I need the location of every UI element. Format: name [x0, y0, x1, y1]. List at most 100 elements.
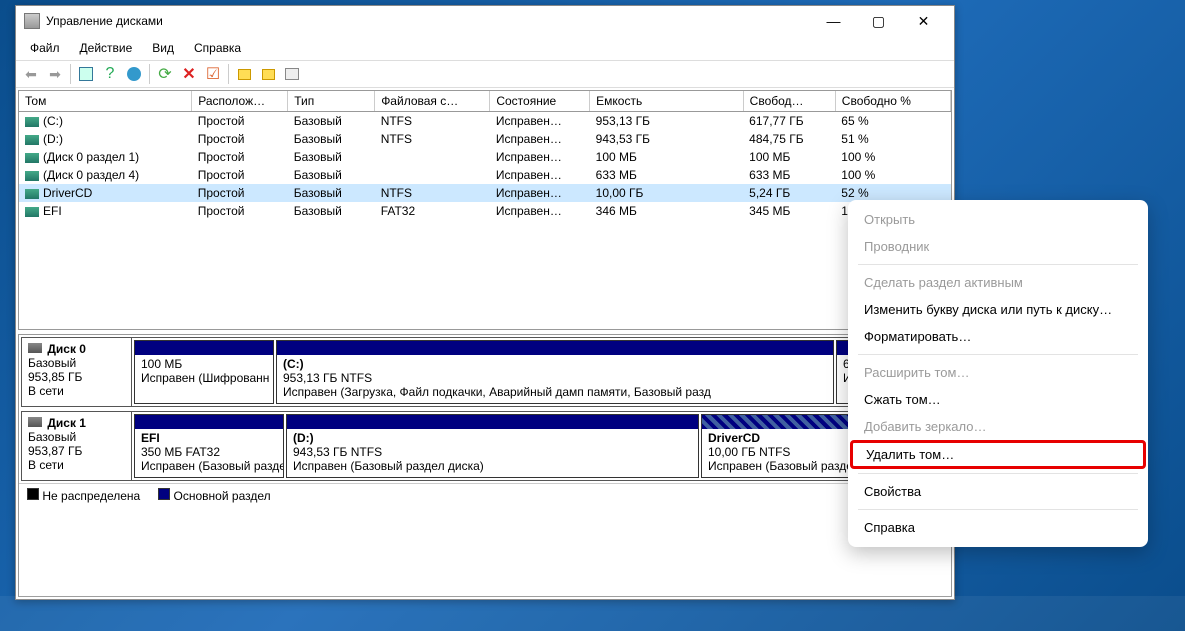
tool-help[interactable]: [123, 63, 145, 85]
disk-1-type: Базовый: [28, 430, 76, 444]
toolbar: ⬅ ➡ ? ⟳ ✕ ☑: [16, 60, 954, 88]
volume-table: Том Располож… Тип Файловая с… Состояние …: [19, 91, 951, 220]
tool-properties[interactable]: ?: [99, 63, 121, 85]
tool-folder[interactable]: [257, 63, 279, 85]
disk0-part2-c[interactable]: (C:) 953,13 ГБ NTFS Исправен (Загрузка, …: [276, 340, 834, 404]
window-title: Управление дисками: [46, 14, 163, 28]
arrow-left-icon: ⬅: [25, 66, 37, 83]
menu-file[interactable]: Файл: [20, 38, 70, 58]
ctx-help[interactable]: Справка: [848, 514, 1148, 541]
tool-delete[interactable]: ✕: [178, 63, 200, 85]
disk-0-size: 953,85 ГБ: [28, 370, 82, 384]
table-row[interactable]: (Диск 0 раздел 1)ПростойБазовыйИсправен……: [19, 148, 951, 166]
disk-management-window: Управление дисками — ▢ ✕ Файл Действие В…: [15, 5, 955, 600]
minimize-button[interactable]: —: [811, 7, 856, 35]
ctx-change-letter[interactable]: Изменить букву диска или путь к диску…: [848, 296, 1148, 323]
menubar: Файл Действие Вид Справка: [16, 36, 954, 60]
volume-name: DriverCD: [43, 186, 92, 200]
volume-icon: [25, 135, 39, 145]
context-menu: Открыть Проводник Сделать раздел активны…: [848, 200, 1148, 547]
check-icon: ☑: [206, 64, 220, 84]
volume-name: (C:): [43, 114, 63, 128]
volume-name: (Диск 0 раздел 1): [43, 150, 139, 164]
col-volume[interactable]: Том: [19, 91, 192, 112]
disk-row-1: Диск 1 Базовый 953,87 ГБ В сети EFI 350 …: [21, 411, 949, 481]
back-button[interactable]: ⬅: [20, 63, 42, 85]
disk-0-label[interactable]: Диск 0 Базовый 953,85 ГБ В сети: [22, 338, 132, 406]
col-type[interactable]: Тип: [288, 91, 375, 112]
help-icon: [127, 67, 141, 81]
column-headers[interactable]: Том Располож… Тип Файловая с… Состояние …: [19, 91, 951, 112]
forward-button[interactable]: ➡: [44, 63, 66, 85]
volume-icon: [25, 153, 39, 163]
tool-rescan[interactable]: ⟳: [154, 63, 176, 85]
col-fs[interactable]: Файловая с…: [375, 91, 490, 112]
disk-icon: [28, 417, 42, 427]
col-freepct[interactable]: Свободно %: [835, 91, 950, 112]
table-row[interactable]: (D:)ПростойБазовыйNTFSИсправен…943,53 ГБ…: [19, 130, 951, 148]
ctx-delete-volume[interactable]: Удалить том…: [850, 440, 1146, 469]
content-area: Том Располож… Тип Файловая с… Состояние …: [16, 88, 954, 599]
disk-0-type: Базовый: [28, 356, 76, 370]
disk1-part-efi[interactable]: EFI 350 МБ FAT32 Исправен (Базовый разде: [134, 414, 284, 478]
folder-icon: [262, 69, 275, 80]
ctx-shrink[interactable]: Сжать том…: [848, 386, 1148, 413]
volume-icon: [25, 117, 39, 127]
disk-diagram: Диск 0 Базовый 953,85 ГБ В сети 100 МБ И…: [18, 334, 952, 597]
table-row[interactable]: DriverCDПростойБазовыйNTFSИсправен…10,00…: [19, 184, 951, 202]
volume-name: (D:): [43, 132, 63, 146]
legend-primary-label: Основной раздел: [174, 489, 271, 503]
tool-check[interactable]: ☑: [202, 63, 224, 85]
disk-1-size: 953,87 ГБ: [28, 444, 82, 458]
scan-icon: ⟳: [158, 64, 171, 84]
disk-row-0: Диск 0 Базовый 953,85 ГБ В сети 100 МБ И…: [21, 337, 949, 407]
disk1-part-d[interactable]: (D:) 943,53 ГБ NTFS Исправен (Базовый ра…: [286, 414, 699, 478]
refresh-icon: [79, 67, 93, 81]
titlebar[interactable]: Управление дисками — ▢ ✕: [16, 6, 954, 36]
volume-icon: [25, 171, 39, 181]
disk-0-name: Диск 0: [47, 342, 86, 356]
volume-name: EFI: [43, 204, 62, 218]
table-row[interactable]: (Диск 0 раздел 4)ПростойБазовыйИсправен……: [19, 166, 951, 184]
volume-icon: [25, 189, 39, 199]
disk-0-status: В сети: [28, 384, 64, 398]
table-row[interactable]: (C:)ПростойБазовыйNTFSИсправен…953,13 ГБ…: [19, 112, 951, 131]
disk-1-label[interactable]: Диск 1 Базовый 953,87 ГБ В сети: [22, 412, 132, 480]
volume-icon: [25, 207, 39, 217]
disk-icon: [28, 343, 42, 353]
ctx-open: Открыть: [848, 206, 1148, 233]
volume-list[interactable]: Том Располож… Тип Файловая с… Состояние …: [18, 90, 952, 330]
ctx-extend: Расширить том…: [848, 359, 1148, 386]
menu-view[interactable]: Вид: [142, 38, 184, 58]
maximize-button[interactable]: ▢: [856, 7, 901, 35]
tool-refresh[interactable]: [75, 63, 97, 85]
ctx-make-active: Сделать раздел активным: [848, 269, 1148, 296]
ctx-explorer: Проводник: [848, 233, 1148, 260]
properties-icon: ?: [106, 65, 115, 83]
col-layout[interactable]: Располож…: [192, 91, 288, 112]
disk-1-name: Диск 1: [47, 416, 86, 430]
tool-options[interactable]: [281, 63, 303, 85]
col-capacity[interactable]: Емкость: [590, 91, 744, 112]
delete-icon: ✕: [182, 64, 195, 84]
disk0-part1[interactable]: 100 МБ Исправен (Шифрованн: [134, 340, 274, 404]
col-free[interactable]: Свобод…: [743, 91, 835, 112]
table-row[interactable]: EFIПростойБазовыйFAT32Исправен…346 МБ345…: [19, 202, 951, 220]
desktop-taskbar-region: [0, 596, 1185, 631]
legend-unalloc-label: Не распределена: [42, 489, 140, 503]
tool-folder-up[interactable]: [233, 63, 255, 85]
ctx-add-mirror: Добавить зеркало…: [848, 413, 1148, 440]
legend-unalloc-swatch: [27, 488, 39, 500]
folder-up-icon: [238, 69, 251, 80]
ctx-properties[interactable]: Свойства: [848, 478, 1148, 505]
menu-help[interactable]: Справка: [184, 38, 251, 58]
options-icon: [285, 68, 299, 80]
legend-primary-swatch: [158, 488, 170, 500]
arrow-right-icon: ➡: [49, 66, 61, 83]
app-icon: [24, 13, 40, 29]
volume-name: (Диск 0 раздел 4): [43, 168, 139, 182]
ctx-format[interactable]: Форматировать…: [848, 323, 1148, 350]
close-button[interactable]: ✕: [901, 7, 946, 35]
col-status[interactable]: Состояние: [490, 91, 590, 112]
menu-action[interactable]: Действие: [70, 38, 143, 58]
